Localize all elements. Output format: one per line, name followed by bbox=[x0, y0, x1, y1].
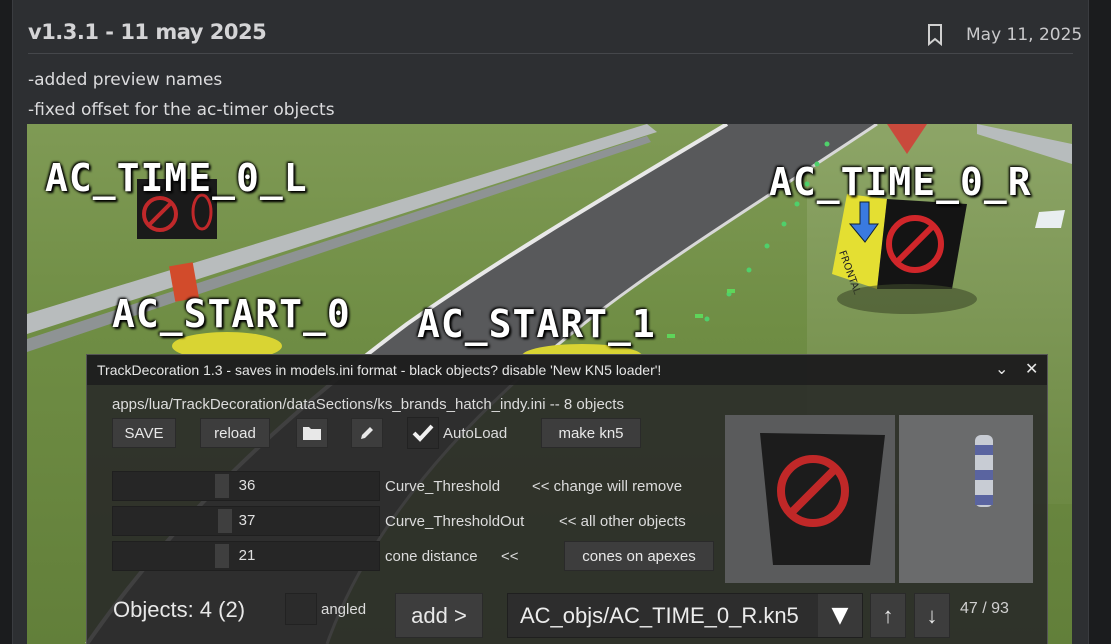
collapse-icon[interactable]: ⌄ bbox=[995, 359, 1008, 378]
curve-threshold-slider[interactable]: 36 bbox=[112, 471, 380, 501]
label-ac-start-0: AC_START_0 bbox=[112, 292, 351, 336]
slider-value: 36 bbox=[238, 477, 256, 494]
slider-value: 21 bbox=[238, 547, 256, 564]
reload-button[interactable]: reload bbox=[200, 418, 270, 448]
screenshot-image: FRONTAL AC_TIME_0_L AC_TIME_0_R AC_START… bbox=[27, 124, 1072, 644]
save-button[interactable]: SAVE bbox=[112, 418, 176, 448]
curve-threshold-label: Curve_Threshold bbox=[385, 478, 501, 495]
object-select[interactable]: AC_objs/AC_TIME_0_R.kn5 ▼ bbox=[507, 593, 863, 638]
folder-icon bbox=[303, 427, 321, 440]
trackdecoration-window: TrackDecoration 1.3 - saves in models.in… bbox=[86, 354, 1048, 644]
autoload-checkbox[interactable] bbox=[407, 417, 439, 449]
note-preview-names: -added preview names bbox=[28, 70, 223, 90]
curve-threshold-out-note: << all other objects bbox=[559, 513, 686, 530]
post-date: May 11, 2025 bbox=[966, 25, 1083, 45]
make-kn5-button[interactable]: make kn5 bbox=[541, 418, 641, 448]
curve-threshold-out-slider[interactable]: 37 bbox=[112, 506, 380, 536]
checkmark-icon bbox=[412, 424, 434, 442]
label-ac-time-0-r: AC_TIME_0_R bbox=[769, 160, 1032, 204]
objects-count-label: Objects: 4 (2) bbox=[113, 597, 246, 622]
close-icon[interactable]: ✕ bbox=[1025, 359, 1038, 378]
note-offset-fix: -fixed offset for the ac-timer objects bbox=[28, 100, 335, 120]
object-preview bbox=[725, 415, 895, 583]
curve-threshold-out-label: Curve_ThresholdOut bbox=[385, 513, 525, 530]
move-up-button[interactable]: ↑ bbox=[870, 593, 906, 638]
autoload-label: AutoLoad bbox=[443, 425, 508, 442]
window-titlebar[interactable]: TrackDecoration 1.3 - saves in models.in… bbox=[87, 355, 1047, 385]
add-button[interactable]: add > bbox=[395, 593, 483, 638]
angled-checkbox[interactable] bbox=[285, 593, 317, 625]
object-select-value: AC_objs/AC_TIME_0_R.kn5 bbox=[520, 603, 799, 628]
ini-path: apps/lua/TrackDecoration/dataSections/ks… bbox=[112, 396, 624, 413]
window-title: TrackDecoration 1.3 - saves in models.in… bbox=[97, 362, 662, 378]
folder-button[interactable] bbox=[296, 418, 328, 448]
object-counter: 47 / 93 bbox=[960, 600, 1009, 617]
post-title: v1.3.1 - 11 may 2025 bbox=[28, 20, 267, 44]
cone-object-preview bbox=[975, 435, 993, 507]
curve-threshold-note: << change will remove bbox=[532, 478, 683, 495]
dropdown-arrow-icon[interactable]: ▼ bbox=[818, 594, 862, 637]
edit-button[interactable] bbox=[351, 418, 383, 448]
cones-on-apexes-button[interactable]: cones on apexes bbox=[564, 541, 714, 571]
angled-label: angled bbox=[321, 601, 367, 618]
bookmark-icon[interactable] bbox=[927, 24, 943, 46]
label-ac-start-1: AC_START_1 bbox=[417, 302, 656, 346]
cone-distance-label: cone distance bbox=[385, 548, 478, 565]
timer-box-preview bbox=[760, 433, 885, 565]
move-down-button[interactable]: ↓ bbox=[914, 593, 950, 638]
header-divider bbox=[28, 53, 1073, 54]
slider-value: 37 bbox=[238, 512, 256, 529]
cone-distance-note: << bbox=[501, 548, 519, 565]
pencil-icon bbox=[361, 427, 373, 439]
cone-preview bbox=[899, 415, 1033, 583]
cone-distance-slider[interactable]: 21 bbox=[112, 541, 380, 571]
label-ac-time-0-l: AC_TIME_0_L bbox=[45, 156, 308, 200]
